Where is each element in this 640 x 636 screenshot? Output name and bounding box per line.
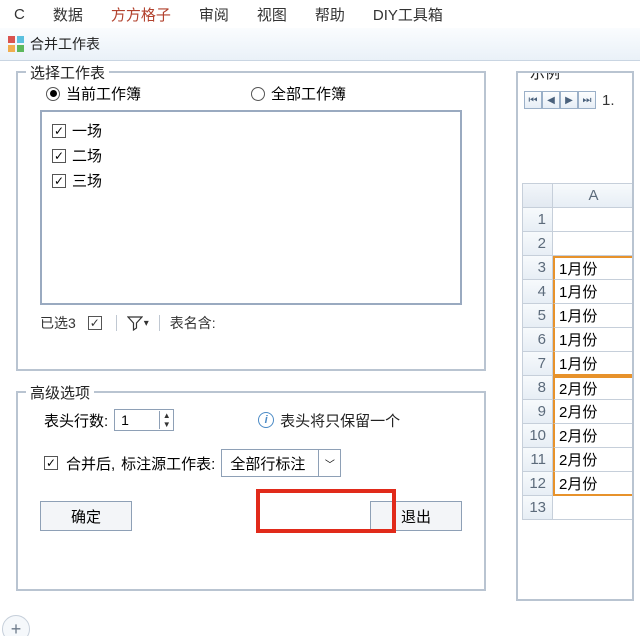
separator: [159, 315, 160, 331]
example-panel: 示例 ⏮ ◀ ▶ ⏭ 1. A 1 2 31月份 41月份 51月份 61月份 …: [516, 71, 634, 601]
exit-button[interactable]: 退出: [370, 501, 462, 531]
merge-checkbox[interactable]: [44, 456, 58, 470]
nav-next-button[interactable]: ▶: [560, 91, 578, 109]
filter-button[interactable]: ▾: [127, 313, 149, 333]
chevron-down-icon: ﹀: [318, 450, 340, 476]
example-legend: 示例: [526, 71, 564, 83]
ok-button[interactable]: 确定: [40, 501, 132, 531]
cell[interactable]: [553, 232, 634, 256]
sheet-tab-nav: ⏮ ◀ ▶ ⏭ 1.: [524, 91, 632, 109]
select-status-line: 已选3 ▾ 表名含:: [40, 313, 462, 333]
select-legend: 选择工作表: [26, 62, 109, 83]
dialog-title: 合并工作表: [30, 34, 100, 54]
radio-all-label: 全部工作簿: [271, 83, 346, 104]
header-hint-text: 表头将只保留一个: [280, 410, 400, 431]
menu-item-ffgz[interactable]: 方方格子: [111, 4, 171, 25]
row-header[interactable]: 12: [523, 472, 553, 496]
menu-item-diy[interactable]: DIY工具箱: [373, 4, 443, 25]
menu-item-review[interactable]: 审阅: [199, 4, 229, 25]
dialog-body: 选择工作表 当前工作簿 全部工作簿 一场 二场 三场: [0, 61, 640, 636]
separator: [116, 315, 117, 331]
row-header[interactable]: 1: [523, 208, 553, 232]
cell[interactable]: [553, 208, 634, 232]
app-icon: [8, 36, 24, 52]
list-item[interactable]: 三场: [52, 168, 450, 193]
selected-count-label: 已选3: [40, 313, 76, 333]
worksheet-list[interactable]: 一场 二场 三场: [40, 110, 462, 305]
cell[interactable]: 2月份: [553, 376, 634, 400]
list-item[interactable]: 一场: [52, 118, 450, 143]
list-item-label: 二场: [72, 145, 102, 166]
cell[interactable]: 1月份: [553, 328, 634, 352]
list-item-label: 一场: [72, 120, 102, 141]
column-header-a[interactable]: A: [553, 184, 634, 208]
table-alias-label: 表名含:: [170, 313, 216, 333]
row-header[interactable]: 13: [523, 496, 553, 520]
spin-up-icon[interactable]: ▲: [160, 411, 173, 420]
select-worksheet-panel: 选择工作表 当前工作簿 全部工作簿 一场 二场 三场: [16, 71, 486, 371]
nav-page-label: 1.: [602, 92, 615, 109]
info-icon: i: [258, 412, 274, 428]
cell[interactable]: 1月份: [553, 352, 634, 376]
radio-dot-icon: [251, 87, 265, 101]
radio-dot-icon: [46, 87, 60, 101]
grid-corner[interactable]: [523, 184, 553, 208]
cell[interactable]: 2月份: [553, 424, 634, 448]
radio-current-label: 当前工作簿: [66, 83, 141, 104]
row-header[interactable]: 10: [523, 424, 553, 448]
ribbon-menubar: C 数据 方方格子 审阅 视图 帮助 DIY工具箱: [0, 0, 640, 28]
menu-item-view[interactable]: 视图: [257, 4, 287, 25]
cell[interactable]: 1月份: [553, 256, 634, 280]
row-header[interactable]: 6: [523, 328, 553, 352]
nav-prev-button[interactable]: ◀: [542, 91, 560, 109]
advanced-options-panel: 高级选项 表头行数: 1 ▲ ▼ i 表头将只保留一个 合并后, 标注源工作表:…: [16, 391, 486, 591]
row-header[interactable]: 8: [523, 376, 553, 400]
header-rows-stepper[interactable]: 1 ▲ ▼: [114, 409, 174, 431]
check-icon: [88, 316, 102, 330]
row-header[interactable]: 11: [523, 448, 553, 472]
select-all-button[interactable]: [84, 313, 106, 333]
header-rows-label: 表头行数:: [44, 410, 108, 431]
merge-label: 合并后,: [66, 453, 115, 474]
example-grid: A 1 2 31月份 41月份 51月份 61月份 71月份 82月份 92月份…: [522, 183, 634, 520]
checkbox-icon[interactable]: [52, 174, 66, 188]
cell[interactable]: 2月份: [553, 400, 634, 424]
cell[interactable]: 1月份: [553, 280, 634, 304]
list-item-label: 三场: [72, 170, 102, 191]
checkbox-icon[interactable]: [52, 149, 66, 163]
cell[interactable]: [553, 496, 634, 520]
menu-item-help[interactable]: 帮助: [315, 4, 345, 25]
annotate-select-value: 全部行标注: [222, 453, 318, 474]
nav-first-button[interactable]: ⏮: [524, 91, 542, 109]
annotate-select[interactable]: 全部行标注 ﹀: [221, 449, 341, 477]
row-header[interactable]: 9: [523, 400, 553, 424]
nav-last-button[interactable]: ⏭: [578, 91, 596, 109]
list-item[interactable]: 二场: [52, 143, 450, 168]
header-rows-value: 1: [115, 412, 159, 428]
row-header[interactable]: 4: [523, 280, 553, 304]
cell[interactable]: 2月份: [553, 448, 634, 472]
cell[interactable]: 2月份: [553, 472, 634, 496]
dialog-titlebar: 合并工作表: [0, 28, 640, 61]
row-header[interactable]: 7: [523, 352, 553, 376]
row-header[interactable]: 3: [523, 256, 553, 280]
add-row-button[interactable]: +: [2, 615, 30, 636]
row-header[interactable]: 5: [523, 304, 553, 328]
menu-item-c[interactable]: C: [14, 6, 25, 23]
checkbox-icon[interactable]: [52, 124, 66, 138]
row-header[interactable]: 2: [523, 232, 553, 256]
radio-current-workbook[interactable]: 当前工作簿: [46, 83, 141, 104]
radio-all-workbooks[interactable]: 全部工作簿: [251, 83, 346, 104]
annotate-label: 标注源工作表:: [121, 453, 215, 474]
spin-down-icon[interactable]: ▼: [160, 420, 173, 429]
cell[interactable]: 1月份: [553, 304, 634, 328]
menu-item-data[interactable]: 数据: [53, 4, 83, 25]
funnel-icon: [127, 315, 143, 331]
